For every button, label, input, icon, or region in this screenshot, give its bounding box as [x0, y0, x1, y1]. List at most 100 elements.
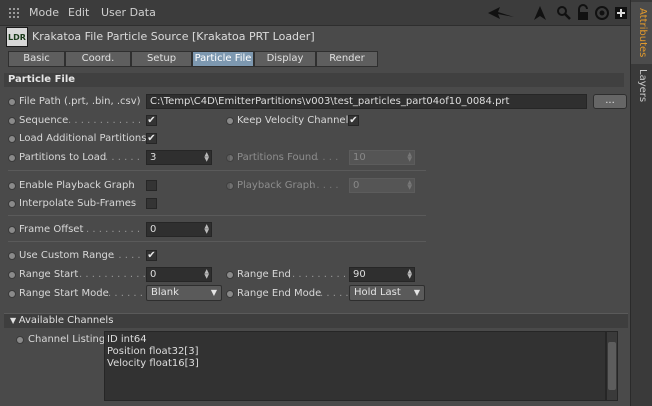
stepper-icon[interactable]: ▲ ▼	[204, 152, 209, 163]
partitions-found-field: 10 ▲ ▼	[349, 150, 415, 165]
frame-offset-leader: . . . . . . . . .	[86, 224, 141, 235]
collapse-triangle-icon[interactable]: ▼	[10, 316, 19, 325]
range-start-mode-keyframe-dot[interactable]	[8, 290, 16, 298]
target-icon[interactable]	[594, 4, 610, 22]
range-start-field[interactable]: 0 ▲ ▼	[146, 267, 212, 282]
load-additional-checkbox[interactable]: ✔	[146, 133, 157, 144]
channel-listing-label: Channel Listing	[28, 334, 106, 345]
partitions-found-label: Partitions Found	[237, 152, 318, 163]
playback-graph-leader: . . . . .	[310, 180, 339, 191]
divider	[8, 241, 426, 242]
divider	[8, 170, 426, 171]
menu-edit[interactable]: Edit	[68, 6, 89, 19]
stepper-icon[interactable]: ▲ ▼	[407, 269, 412, 280]
partitions-found-leader: . . . .	[316, 152, 339, 163]
back-arrow-icon[interactable]	[486, 4, 516, 22]
scrollbar-thumb[interactable]	[608, 342, 616, 390]
range-end-mode-label: Range End Mode	[237, 288, 322, 299]
available-channels-header[interactable]: ▼ Available Channels	[4, 313, 628, 328]
playback-graph-keyframe-dot	[226, 182, 234, 190]
partitions-to-load-keyframe-dot[interactable]	[8, 154, 16, 162]
channel-listing-scrollbar[interactable]	[606, 331, 618, 401]
chevron-down-icon: ▼	[413, 288, 420, 297]
keep-velocity-label: Keep Velocity Channel	[237, 115, 349, 126]
menubar: Mode Edit User Data	[0, 0, 630, 26]
partitions-to-load-leader: . . . . . .	[105, 152, 140, 163]
interpolate-label: Interpolate Sub-Frames	[19, 198, 137, 209]
enable-playback-leader: .	[131, 180, 135, 191]
tab-coord[interactable]: Coord.	[65, 51, 131, 67]
enable-playback-checkbox[interactable]	[146, 180, 157, 191]
sequence-checkbox[interactable]: ✔	[146, 115, 157, 126]
range-start-keyframe-dot[interactable]	[8, 271, 16, 279]
channel-item: Position float32[3]	[107, 346, 199, 357]
partitions-found-keyframe-dot	[226, 154, 234, 162]
keep-velocity-keyframe-dot[interactable]	[226, 117, 234, 125]
up-arrow-icon[interactable]	[532, 4, 548, 22]
file-path-label: File Path (.prt, .bin, .csv)	[19, 96, 141, 107]
sequence-keyframe-dot[interactable]	[8, 117, 16, 125]
tab-attributes[interactable]: Attributes	[631, 2, 652, 64]
tab-display[interactable]: Display	[254, 51, 316, 67]
add-panel-icon[interactable]	[613, 4, 629, 22]
interpolate-keyframe-dot[interactable]	[8, 200, 16, 208]
attribute-manager: Mode Edit User Data LDR Krakatoa File Pa…	[0, 0, 630, 406]
stepper-icon[interactable]: ▲ ▼	[204, 224, 209, 235]
menu-grip-icon	[8, 7, 20, 19]
range-end-label: Range End	[237, 269, 291, 280]
range-start-mode-dropdown[interactable]: Blank ▼	[146, 285, 222, 301]
tab-layers[interactable]: Layers	[631, 66, 652, 106]
use-custom-range-leader: . . . . .	[112, 250, 141, 261]
frame-offset-field[interactable]: 0 ▲ ▼	[146, 222, 212, 237]
range-end-mode-dropdown[interactable]: Hold Last ▼	[349, 285, 425, 301]
range-end-leader: . . . . . . . . .	[292, 269, 347, 280]
section-header: Particle File	[4, 73, 624, 87]
tab-particle-file[interactable]: Particle File	[192, 51, 254, 67]
load-additional-label: Load Additional Partitions	[19, 133, 147, 144]
tab-setup[interactable]: Setup	[131, 51, 192, 67]
sequence-leader: . . . . . . . . . . . . .	[68, 115, 144, 126]
load-additional-keyframe-dot[interactable]	[8, 135, 16, 143]
use-custom-range-checkbox[interactable]: ✔	[146, 250, 157, 261]
file-path-keyframe-dot[interactable]	[8, 98, 16, 106]
range-end-keyframe-dot[interactable]	[226, 271, 234, 279]
chevron-down-icon: ▼	[210, 288, 217, 297]
tab-basic[interactable]: Basic	[8, 51, 65, 67]
stepper-icon: ▲ ▼	[407, 179, 412, 191]
menu-mode[interactable]: Mode	[29, 6, 59, 19]
range-end-mode-leader: . . . . .	[320, 288, 348, 299]
file-path-field[interactable]: C:\Temp\C4D\EmitterPartitions\v003\test_…	[146, 94, 587, 109]
menu-user-data[interactable]: User Data	[101, 6, 156, 19]
frame-offset-keyframe-dot[interactable]	[8, 226, 16, 234]
range-start-mode-label: Range Start Mode	[19, 288, 109, 299]
playback-graph-field: 0 ▲ ▼	[349, 178, 415, 193]
partitions-to-load-label: Partitions to Load	[19, 152, 107, 163]
range-end-mode-keyframe-dot[interactable]	[226, 290, 234, 298]
channel-listing-keyframe-dot[interactable]	[16, 336, 24, 344]
right-dock: Attributes Layers	[630, 0, 652, 406]
stepper-icon[interactable]: ▲ ▼	[204, 269, 209, 280]
channel-item: Velocity float16[3]	[107, 358, 199, 369]
object-title: Krakatoa File Particle Source [Krakatoa …	[32, 30, 315, 43]
sequence-label: Sequence	[19, 115, 69, 126]
range-start-mode-leader: . . . . . . .	[108, 288, 145, 299]
enable-playback-keyframe-dot[interactable]	[8, 182, 16, 190]
range-end-field[interactable]: 90 ▲ ▼	[349, 267, 415, 282]
ldr-logo: LDR	[6, 27, 28, 47]
lock-icon[interactable]	[575, 4, 591, 22]
use-custom-range-keyframe-dot[interactable]	[8, 252, 16, 260]
partitions-to-load-field[interactable]: 3 ▲ ▼	[146, 150, 212, 165]
enable-playback-label: Enable Playback Graph	[19, 180, 135, 191]
tab-render[interactable]: Render	[316, 51, 378, 67]
channel-item: ID int64	[107, 334, 147, 345]
browse-button[interactable]: ...	[593, 94, 627, 109]
search-icon[interactable]	[556, 4, 572, 22]
frame-offset-label: Frame Offset	[19, 224, 84, 235]
keep-velocity-checkbox[interactable]: ✔	[348, 115, 359, 126]
interpolate-checkbox[interactable]	[146, 198, 157, 209]
range-start-label: Range Start	[19, 269, 79, 280]
channel-listing-textbox[interactable]: ID int64 Position float32[3] Velocity fl…	[104, 331, 606, 401]
range-start-leader: . . . . . . . . . . .	[79, 269, 145, 280]
use-custom-range-label: Use Custom Range	[19, 250, 115, 261]
divider	[8, 215, 426, 216]
